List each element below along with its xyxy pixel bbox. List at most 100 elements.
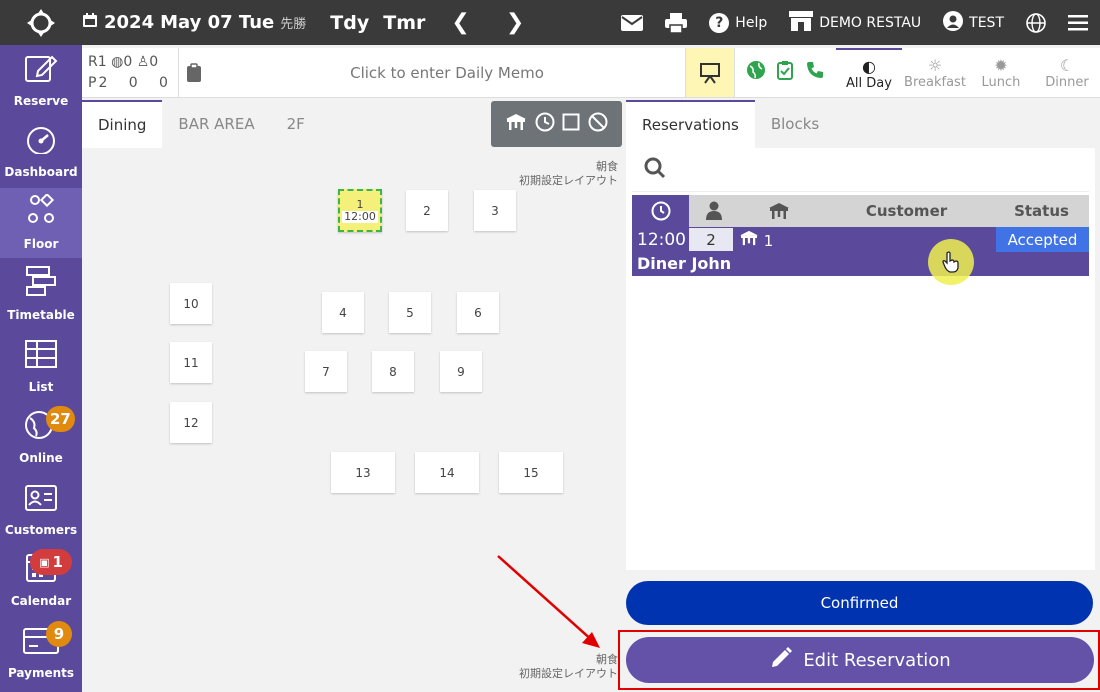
layout-label-top: 朝食 初期設定レイアウト xyxy=(519,160,618,188)
restaurant-label: DEMO RESTAU xyxy=(819,14,922,31)
reservation-customer-name: Diner John xyxy=(637,254,732,273)
meal-tab-breakfast[interactable]: ☼ Breakfast xyxy=(902,48,968,97)
reservation-table-header: Customer Status xyxy=(632,195,1089,227)
web-globe-icon[interactable] xyxy=(746,60,766,85)
floor-table[interactable]: 15 xyxy=(499,452,563,493)
customer-header[interactable]: Customer xyxy=(819,202,994,220)
user-label: TEST xyxy=(969,14,1004,31)
meal-period-tabs: ◐ All Day ☼ Breakfast ✹ Lunch ☾ Dinner xyxy=(836,48,1100,97)
floor-table[interactable]: 2 xyxy=(406,190,448,231)
sidebar-item-timetable[interactable]: Timetable xyxy=(0,259,82,329)
phone-icon[interactable] xyxy=(805,60,825,85)
table-icon xyxy=(24,339,58,376)
tomorrow-button[interactable]: Tmr xyxy=(383,12,425,34)
meal-tab-all-day[interactable]: ◐ All Day xyxy=(836,48,902,97)
floor-table[interactable]: 14 xyxy=(415,452,479,493)
sidebar-item-payments[interactable]: 9 Payments xyxy=(0,617,82,687)
counts-summary: R1 ◍0 ♙0 P2 0 0 xyxy=(82,48,179,97)
meal-tab-label: All Day xyxy=(846,75,892,91)
print-icon[interactable] xyxy=(665,12,688,33)
status-badge: Accepted xyxy=(996,227,1089,252)
clock-header-icon[interactable] xyxy=(632,195,689,227)
reservation-panel: Customer Status 12:00 2 1 Accepted Diner… xyxy=(626,148,1095,570)
sidebar-item-customers[interactable]: Customers xyxy=(0,474,82,544)
today-button[interactable]: Tdy xyxy=(330,12,369,34)
clock-icon[interactable] xyxy=(535,112,555,136)
sidebar-item-reserve[interactable]: Reserve xyxy=(0,45,82,115)
floor-table[interactable]: 10 xyxy=(170,283,212,324)
r-count: 1 xyxy=(97,54,107,70)
hamburger-menu-icon[interactable] xyxy=(1068,14,1088,31)
floor-table[interactable]: 13 xyxy=(331,452,395,493)
info-bar: R1 ◍0 ♙0 P2 0 0 Click to enter Daily Mem… xyxy=(82,48,1100,98)
table-icon-tool[interactable] xyxy=(505,113,527,135)
meal-tab-dinner[interactable]: ☾ Dinner xyxy=(1034,48,1100,97)
floor-table[interactable]: 7 xyxy=(305,351,347,392)
next-day-icon[interactable]: ❯ xyxy=(506,10,524,35)
checklist-icon[interactable] xyxy=(776,60,794,85)
floor-table[interactable]: 12 xyxy=(170,402,212,443)
tab-dining[interactable]: Dining xyxy=(82,100,163,148)
half-circle-icon: ◐ xyxy=(862,56,876,76)
date-year: 2024 xyxy=(104,12,155,33)
floor-table[interactable]: 6 xyxy=(457,292,499,333)
guests-header-icon[interactable] xyxy=(689,201,739,221)
sidebar: Reserve Dashboard Floor Timetable List 2… xyxy=(0,45,82,692)
sidebar-item-label: Calendar xyxy=(10,594,72,608)
meal-tab-label: Dinner xyxy=(1045,74,1089,90)
reservation-search[interactable] xyxy=(632,148,1089,192)
tab-blocks[interactable]: Blocks xyxy=(755,100,835,148)
top-bar: 2024 May 07 Tue 先勝 Tdy Tmr ❮ ❯ ? Help DE… xyxy=(0,0,1100,45)
tab-reservations[interactable]: Reservations xyxy=(626,100,755,148)
language-globe-icon[interactable] xyxy=(1026,12,1046,33)
floor-table[interactable]: 1 12:00 xyxy=(338,189,382,232)
app-logo-icon[interactable] xyxy=(0,0,82,45)
r-walkin-count: 0 xyxy=(149,54,159,70)
confirmed-button[interactable]: Confirmed xyxy=(626,581,1093,625)
floor-table[interactable]: 11 xyxy=(170,342,212,383)
floor-table[interactable]: 4 xyxy=(322,292,364,333)
reservation-guests: 2 xyxy=(689,228,733,251)
id-card-icon xyxy=(24,484,58,519)
reservation-time: 12:00 xyxy=(637,230,686,250)
floor-table[interactable]: 9 xyxy=(440,351,482,392)
help-link[interactable]: ? Help xyxy=(709,12,767,33)
tab-2f[interactable]: 2F xyxy=(271,100,321,148)
globe-small-icon: ◍ xyxy=(111,54,124,70)
sun-icon: ✹ xyxy=(994,55,1008,75)
sunrise-icon: ☼ xyxy=(927,55,943,75)
reservation-row[interactable]: 12:00 2 1 Accepted Diner John xyxy=(632,227,1089,285)
meal-tab-lunch[interactable]: ✹ Lunch xyxy=(968,48,1034,97)
daily-memo-field[interactable]: Click to enter Daily Memo xyxy=(209,48,685,97)
table-header-icon[interactable] xyxy=(739,202,819,220)
ban-icon[interactable] xyxy=(588,112,608,136)
presentation-icon[interactable] xyxy=(685,48,735,97)
search-icon xyxy=(644,157,666,183)
clipboard-icon[interactable] xyxy=(179,48,209,97)
walk-in-icon: ♙ xyxy=(136,54,150,70)
sidebar-item-calendar[interactable]: ▣ 1 Calendar xyxy=(0,545,82,615)
restaurant-selector[interactable]: DEMO RESTAU xyxy=(789,10,922,35)
edit-icon xyxy=(24,53,58,90)
floor-table[interactable]: 8 xyxy=(372,351,414,392)
reservation-table-number: 1 xyxy=(763,232,774,250)
floor-table[interactable]: 5 xyxy=(389,292,431,333)
prev-day-icon[interactable]: ❮ xyxy=(451,10,469,35)
sidebar-item-list[interactable]: List xyxy=(0,331,82,401)
sidebar-item-floor[interactable]: Floor xyxy=(0,188,82,258)
r-row: R1 ◍0 ♙0 xyxy=(88,52,172,73)
floor-table[interactable]: 3 xyxy=(474,190,516,231)
payments-badge: 9 xyxy=(46,621,72,647)
reservation-table: 1 xyxy=(739,230,773,250)
tab-bar-area[interactable]: BAR AREA xyxy=(162,100,270,148)
sidebar-item-dashboard[interactable]: Dashboard xyxy=(0,116,82,186)
user-menu[interactable]: TEST xyxy=(943,10,1004,35)
date-display[interactable]: 2024 May 07 Tue 先勝 xyxy=(82,12,306,33)
square-icon[interactable] xyxy=(562,113,580,135)
mail-icon[interactable] xyxy=(621,14,644,31)
table-number: 1 xyxy=(356,197,364,211)
r-label: R xyxy=(88,54,98,70)
user-icon xyxy=(943,10,964,35)
status-header[interactable]: Status xyxy=(994,202,1089,220)
sidebar-item-online[interactable]: 27 Online xyxy=(0,402,82,472)
